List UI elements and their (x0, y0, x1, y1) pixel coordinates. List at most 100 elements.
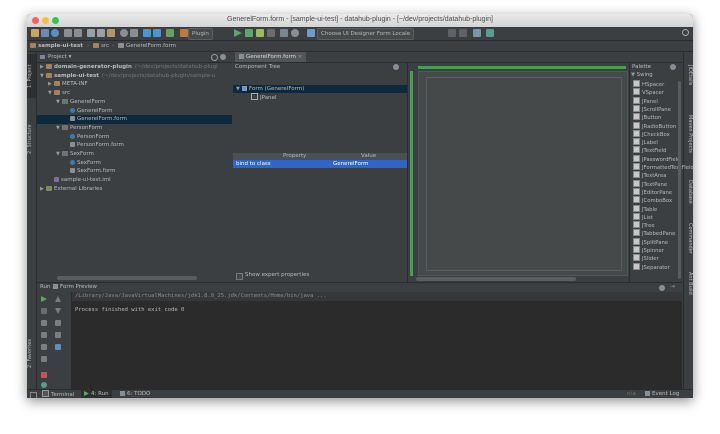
close-run-icon[interactable] (41, 372, 47, 378)
breadcrumb-file[interactable]: GenerelForm.form (118, 41, 176, 51)
find-icon[interactable] (120, 29, 128, 37)
todo-tab[interactable]: 6: TODO (117, 390, 153, 398)
palette-item[interactable]: HSpacer (633, 80, 664, 88)
coverage-icon[interactable] (256, 29, 264, 37)
palette-item[interactable]: JEditorPane (633, 187, 672, 196)
run-config-tab[interactable]: Form Preview (53, 283, 97, 292)
breadcrumb-module[interactable]: sample-ui-test (30, 41, 83, 51)
palette-item[interactable]: JRadioButton (633, 121, 676, 130)
run-tab[interactable]: 4: Run (81, 390, 112, 398)
palette-item[interactable]: JPasswordField (633, 154, 681, 163)
component-form-node[interactable]: ▼ Form (GenerelForm) (233, 85, 407, 93)
soft-wrap-icon[interactable] (55, 320, 61, 326)
console-output[interactable]: /Library/Java/JavaVirtualMachines/jdk1.8… (72, 292, 682, 390)
tool-tab-database[interactable]: Database (684, 174, 693, 210)
palette-item[interactable]: JTree (633, 221, 655, 229)
restore-layout-icon[interactable] (41, 344, 47, 350)
vcs-icon[interactable] (448, 29, 456, 37)
sync-icon[interactable] (51, 29, 59, 37)
component-jpanel-node[interactable]: JPanel (251, 93, 276, 101)
tree-item[interactable]: GenerelForm (37, 107, 112, 116)
run-config-combo[interactable]: Plugin (188, 28, 213, 40)
hide-icon[interactable]: ⇥ (670, 283, 675, 292)
palette-item[interactable]: JTextArea (633, 171, 666, 179)
cut-icon[interactable] (87, 29, 95, 37)
project-horizontal-scrollbar[interactable] (57, 276, 197, 280)
toggle-tool-windows-icon[interactable] (30, 392, 37, 398)
palette-settings-icon[interactable] (670, 64, 676, 70)
palette-item[interactable]: JTextField (633, 146, 667, 154)
tree-item[interactable]: SexForm (37, 159, 101, 168)
clear-all-icon[interactable] (55, 344, 61, 350)
vcs-update-icon[interactable] (459, 29, 467, 37)
tree-item[interactable]: PersonForm.form (37, 141, 124, 150)
tree-item[interactable]: ▶ META-INF (37, 80, 88, 89)
tree-item[interactable]: ▼ sample-ui-test (~/dev/projects/datahub-p… (37, 72, 215, 81)
event-log-tab[interactable]: Event Log (642, 390, 682, 398)
tree-item[interactable]: ▶ External Libraries (37, 185, 102, 194)
palette-item[interactable]: JSlider (633, 254, 659, 262)
project-view-combo[interactable]: Project ▾ (48, 52, 71, 62)
project-structure-icon[interactable] (280, 29, 288, 37)
property-value[interactable]: GenerelForm (333, 160, 368, 168)
property-row-bind-to-class[interactable]: bind to class GenerelForm (233, 160, 407, 168)
palette-scrollbar[interactable] (678, 81, 681, 279)
palette-item[interactable]: JButton (633, 113, 661, 121)
tool-tab-commander[interactable]: Commander (684, 218, 693, 258)
palette-item[interactable]: JSplitPane (633, 237, 668, 246)
pause-icon[interactable] (41, 320, 47, 326)
rerun-icon[interactable] (41, 296, 47, 302)
pin-icon[interactable] (41, 356, 47, 362)
search-everywhere-icon[interactable] (682, 29, 689, 36)
tool-tab-jidetails[interactable]: JIDEtails (684, 58, 693, 92)
design-horizontal-scrollbar[interactable] (416, 277, 576, 281)
breadcrumb-src[interactable]: src (93, 41, 109, 51)
dump-threads-icon[interactable] (41, 332, 47, 338)
debug-icon[interactable] (245, 29, 253, 37)
settings-icon[interactable] (291, 29, 299, 37)
help-icon[interactable] (486, 29, 494, 37)
palette-item[interactable]: JTable (633, 204, 657, 213)
undo-icon[interactable] (64, 29, 72, 37)
palette-item[interactable]: JCheckBox (633, 129, 670, 138)
back-icon[interactable] (143, 29, 151, 37)
build-icon[interactable] (166, 29, 174, 37)
tree-item[interactable]: ▼ SexForm (37, 150, 94, 159)
stop-run-icon[interactable] (41, 308, 47, 314)
palette-item[interactable]: JList (633, 212, 653, 221)
palette-item[interactable]: JScrollPane (633, 104, 671, 113)
tool-tab-structure[interactable]: 2: Structure (27, 114, 36, 164)
tree-item[interactable]: ▼ src (37, 89, 70, 98)
palette-item[interactable]: JPanel (633, 96, 658, 105)
palette-item[interactable]: JSeparator (633, 262, 670, 271)
palette-item[interactable]: JSpinner (633, 246, 664, 254)
print-icon[interactable] (55, 332, 61, 338)
palette-item[interactable]: JLabel (633, 138, 658, 146)
tool-tab-favorites[interactable]: 2: Favorites (27, 332, 36, 374)
palette-item[interactable]: JFormattedTextField (633, 163, 693, 171)
jpanel-canvas[interactable] (418, 71, 628, 276)
editor-tab-generelform[interactable]: GenerelForm.form × (235, 52, 307, 62)
run-settings-icon[interactable] (659, 285, 665, 291)
redo-icon[interactable] (74, 29, 82, 37)
stop-icon[interactable] (267, 29, 275, 37)
sdk-icon[interactable] (473, 29, 481, 37)
component-tree-settings-icon[interactable] (393, 64, 399, 70)
save-icon[interactable] (41, 29, 49, 37)
palette-group-swing[interactable]: ▼ Swing (631, 71, 653, 79)
tree-item[interactable]: GenerelForm.form (37, 115, 232, 124)
scroll-up-icon[interactable] (55, 296, 61, 302)
tree-item[interactable]: ▼ GenerelForm (37, 98, 105, 107)
sync-scroll-icon[interactable] (211, 54, 218, 61)
close-tab-icon[interactable]: × (298, 54, 303, 60)
forward-icon[interactable] (153, 29, 161, 37)
tree-item[interactable]: SexForm.form (37, 167, 115, 176)
open-icon[interactable] (31, 29, 39, 37)
scroll-down-icon[interactable] (55, 308, 61, 314)
show-expert-checkbox[interactable] (236, 273, 243, 280)
tree-item[interactable]: ▼ PersonForm (37, 124, 102, 133)
tree-item[interactable]: ▶ domain-generator-plugin (~/dev/projects/… (37, 63, 218, 72)
run-icon[interactable] (234, 29, 242, 37)
tool-tab-maven[interactable]: Maven Projects (684, 108, 693, 160)
copy-icon[interactable] (97, 29, 105, 37)
